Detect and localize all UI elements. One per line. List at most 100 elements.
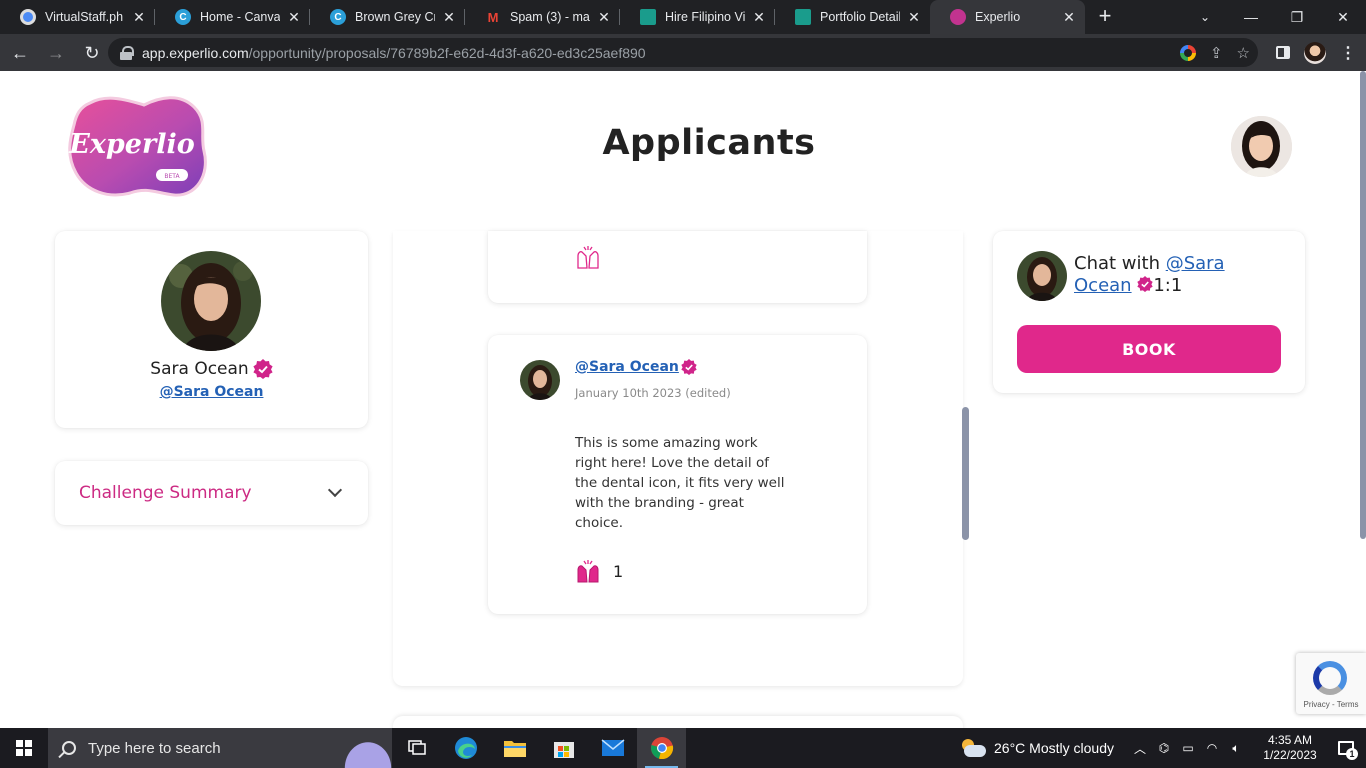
show-hidden-icons-chevron-icon[interactable]: ︿ bbox=[1128, 740, 1152, 757]
close-icon[interactable]: ✕ bbox=[131, 9, 147, 25]
browser-tab[interactable]: M Spam (3) - manza ✕ bbox=[465, 0, 620, 34]
taskbar-search-box[interactable]: Type here to search bbox=[48, 728, 392, 768]
verified-badge-icon bbox=[681, 359, 697, 375]
address-bar[interactable]: app.experlio.com/opportunity/proposals/7… bbox=[108, 38, 1258, 67]
recaptcha-badge[interactable]: Privacy - Terms bbox=[1296, 653, 1366, 714]
search-highlight-illustration bbox=[332, 728, 392, 768]
search-icon bbox=[62, 741, 76, 755]
browser-tab[interactable]: Portfolio Details ✕ bbox=[775, 0, 930, 34]
side-panel-icon[interactable] bbox=[1276, 46, 1290, 59]
beta-badge: BETA bbox=[164, 173, 180, 180]
weather-cloudy-icon[interactable] bbox=[960, 739, 987, 757]
canva-favicon-icon: C bbox=[330, 9, 346, 25]
hire-favicon-icon bbox=[795, 9, 811, 25]
chrome-icon[interactable] bbox=[637, 728, 686, 768]
comment-date: January 10th 2023 (edited) bbox=[575, 386, 731, 400]
tab-title: Brown Grey Creat bbox=[355, 10, 435, 24]
comment-header: @Sara Ocean bbox=[575, 359, 697, 375]
google-lens-icon[interactable] bbox=[1179, 44, 1196, 61]
tab-title: Hire Filipino Virtu bbox=[665, 10, 745, 24]
browser-tab[interactable]: C Home - Canva ✕ bbox=[155, 0, 310, 34]
virtualstaff-favicon-icon bbox=[20, 9, 36, 25]
close-icon[interactable]: ✕ bbox=[751, 9, 767, 25]
browser-tab-active[interactable]: Experlio ✕ bbox=[930, 0, 1085, 34]
forward-arrow-icon[interactable]: → bbox=[40, 37, 72, 69]
close-icon[interactable]: ✕ bbox=[1061, 9, 1077, 25]
browser-tab[interactable]: VirtualStaff.ph - F ✕ bbox=[0, 0, 155, 34]
url-host: app.experlio.com bbox=[142, 44, 249, 61]
close-icon[interactable]: ✕ bbox=[441, 9, 457, 25]
browser-tab-strip: VirtualStaff.ph - F ✕ C Home - Canva ✕ C… bbox=[0, 0, 1366, 34]
chat-applicant-avatar bbox=[1017, 251, 1067, 301]
recaptcha-links[interactable]: Privacy - Terms bbox=[1296, 700, 1366, 709]
commenter-avatar[interactable] bbox=[520, 360, 560, 400]
new-tab-plus-icon[interactable]: + bbox=[1085, 0, 1125, 34]
browser-tab[interactable]: Hire Filipino Virtu ✕ bbox=[620, 0, 775, 34]
weather-text[interactable]: 26°C Mostly cloudy bbox=[994, 740, 1114, 756]
back-arrow-icon[interactable]: ← bbox=[4, 37, 36, 69]
notification-center-icon[interactable]: 1 bbox=[1326, 728, 1366, 768]
page-scrollbar[interactable] bbox=[1360, 71, 1366, 539]
tab-title: Home - Canva bbox=[200, 10, 280, 24]
window-controls: — ❐ ✕ bbox=[1228, 0, 1366, 34]
reaction-count: 1 bbox=[613, 561, 624, 581]
taskbar-search-placeholder: Type here to search bbox=[88, 739, 221, 757]
praise-hands-icon[interactable] bbox=[575, 244, 601, 270]
windows-logo-icon bbox=[16, 740, 32, 756]
applicant-photo bbox=[161, 251, 261, 351]
lock-icon bbox=[120, 45, 134, 60]
clock-date: 1/22/2023 bbox=[1263, 748, 1317, 762]
clock-time: 4:35 AM bbox=[1267, 733, 1313, 747]
chevron-down-icon bbox=[327, 482, 343, 498]
tab-title: Spam (3) - manza bbox=[510, 10, 590, 24]
experlio-favicon-icon bbox=[950, 9, 966, 25]
browser-tab[interactable]: C Brown Grey Creat ✕ bbox=[310, 0, 465, 34]
tab-title: Experlio bbox=[975, 10, 1021, 24]
gmail-favicon-icon: M bbox=[487, 9, 499, 25]
comment-card: @Sara Ocean January 10th 2023 (edited) T… bbox=[488, 335, 867, 614]
system-clock[interactable]: 4:35 AM 1/22/2023 bbox=[1254, 733, 1326, 763]
bookmark-star-icon[interactable]: ☆ bbox=[1237, 44, 1250, 62]
restore-icon[interactable]: ❐ bbox=[1274, 0, 1320, 34]
file-explorer-icon[interactable] bbox=[490, 728, 539, 768]
battery-icon[interactable]: ▭ bbox=[1176, 741, 1200, 755]
challenge-summary-accordion[interactable]: Challenge Summary bbox=[55, 461, 368, 525]
more-menu-icon[interactable]: ⋮ bbox=[1340, 43, 1356, 63]
window-close-icon[interactable]: ✕ bbox=[1320, 0, 1366, 34]
user-avatar[interactable] bbox=[1231, 116, 1292, 177]
applicant-name-row: Sara Ocean bbox=[55, 359, 368, 379]
next-panel bbox=[393, 716, 963, 728]
praise-hands-icon[interactable] bbox=[575, 558, 601, 584]
microsoft-store-icon[interactable] bbox=[539, 728, 588, 768]
volume-icon[interactable]: 🔈︎ bbox=[1224, 741, 1248, 756]
url-path: /opportunity/proposals/76789b2f-e62d-4d3… bbox=[248, 44, 646, 61]
comment-body: This is some amazing work right here! Lo… bbox=[575, 435, 785, 531]
comment-reactions: 1 bbox=[575, 558, 623, 584]
comments-scrollbar[interactable] bbox=[962, 407, 969, 540]
close-icon[interactable]: ✕ bbox=[596, 9, 612, 25]
verified-badge-icon bbox=[1137, 276, 1153, 292]
omnibox-actions: ⇪ ☆ bbox=[1179, 38, 1250, 67]
commenter-handle-link[interactable]: @Sara Ocean bbox=[575, 359, 679, 375]
browser-profile-avatar[interactable] bbox=[1304, 41, 1326, 64]
reload-icon[interactable]: ↻ bbox=[76, 37, 108, 69]
tab-search-chevron-icon[interactable]: ⌄ bbox=[1190, 0, 1220, 34]
book-button[interactable]: BOOK bbox=[1017, 325, 1281, 373]
task-view-icon[interactable] bbox=[392, 728, 441, 768]
start-button[interactable] bbox=[0, 728, 48, 768]
notification-count: 1 bbox=[1346, 748, 1358, 760]
wifi-icon[interactable]: ◠ bbox=[1200, 741, 1224, 755]
applicant-handle-link[interactable]: @Sara Ocean bbox=[55, 384, 368, 400]
edge-browser-icon[interactable] bbox=[441, 728, 490, 768]
toolbar-right: ⋮ bbox=[1276, 38, 1356, 67]
system-tray: 26°C Mostly cloudy ︿ ⌬ ▭ ◠ 🔈︎ 4:35 AM 1/… bbox=[960, 728, 1366, 768]
chat-suffix: 1:1 bbox=[1153, 275, 1183, 296]
tab-title: Portfolio Details bbox=[820, 10, 900, 24]
share-icon[interactable]: ⇪ bbox=[1210, 44, 1223, 62]
close-icon[interactable]: ✕ bbox=[286, 9, 302, 25]
mail-icon[interactable] bbox=[588, 728, 637, 768]
close-icon[interactable]: ✕ bbox=[906, 9, 922, 25]
verified-badge-icon bbox=[253, 359, 273, 379]
minimize-icon[interactable]: — bbox=[1228, 0, 1274, 34]
meet-now-icon[interactable]: ⌬ bbox=[1152, 741, 1176, 755]
